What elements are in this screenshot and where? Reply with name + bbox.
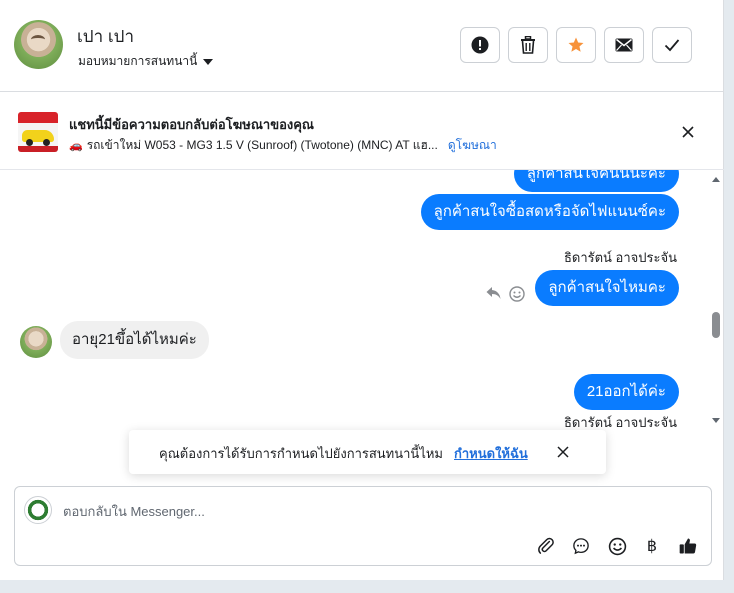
mark-unread-button[interactable] <box>604 27 644 63</box>
mark-done-button[interactable] <box>652 27 692 63</box>
message-bubble-outgoing[interactable]: ลูกค้าสนใจซื้อสดหรือจัดไฟแนนซ์คะ <box>420 194 679 230</box>
trash-icon <box>521 36 535 54</box>
conversation-panel: เปา เปา มอบหมายการสนทนานี้ แชทนี้มีข้อคว… <box>0 0 724 580</box>
car-icon: 🚗 <box>69 140 83 152</box>
ad-thumbnail[interactable] <box>18 112 58 152</box>
star-button[interactable] <box>556 27 596 63</box>
ad-description: รถเข้าใหม่ W053 - MG3 1.5 V (Sunroof) (T… <box>86 138 438 152</box>
close-icon <box>682 126 694 138</box>
scrollbar-thumb[interactable] <box>712 312 720 338</box>
message-bubble-outgoing[interactable]: 21ออกได้ค่ะ <box>573 374 679 410</box>
conversation-header: เปา เปา มอบหมายการสนทนานี้ <box>0 0 724 92</box>
message-bubble-outgoing[interactable]: ลูกค้าสนใจคันนี้นะคะ <box>513 170 679 192</box>
assign-to-me-link[interactable]: กำหนดให้ฉัน <box>454 443 528 464</box>
close-icon <box>557 446 569 458</box>
contact-avatar[interactable] <box>14 20 63 69</box>
view-ad-link[interactable]: ดูโฆษณา <box>448 136 497 155</box>
assign-dropdown[interactable]: มอบหมายการสนทนานี้ <box>78 52 214 71</box>
assign-label: มอบหมายการสนทนานี้ <box>78 54 198 68</box>
emoji-icon[interactable] <box>606 535 628 557</box>
message-list[interactable]: ลูกค้าสนใจคันนี้นะคะ ลูกค้าสนใจซื้อสดหรื… <box>0 170 724 432</box>
assign-prompt-toast: คุณต้องการได้รับการกำหนดไปยังการสนทนานี้… <box>129 430 606 474</box>
caret-down-icon <box>203 58 214 65</box>
assign-prompt-text: คุณต้องการได้รับการกำหนดไปยังการสนทนานี้… <box>159 446 443 461</box>
star-icon <box>568 37 584 52</box>
scroll-down-arrow[interactable] <box>712 418 720 423</box>
exclamation-icon <box>471 36 489 54</box>
message-composer: ฿ <box>14 486 712 566</box>
paperclip-icon[interactable] <box>535 535 557 557</box>
contact-name[interactable]: เปา เปา <box>77 23 134 50</box>
checkmark-icon <box>664 39 680 52</box>
baht-icon[interactable]: ฿ <box>641 535 663 557</box>
ad-banner-title: แชทนี้มีข้อความตอบกลับต่อโฆษณาของคุณ <box>69 117 314 132</box>
close-toast-button[interactable] <box>554 443 572 461</box>
reply-icon[interactable] <box>486 286 501 300</box>
report-spam-button[interactable] <box>460 27 500 63</box>
chat-bubble-icon[interactable] <box>570 535 592 557</box>
envelope-icon <box>615 38 633 52</box>
close-banner-button[interactable] <box>678 122 698 142</box>
page-avatar <box>24 496 52 524</box>
message-bubble-outgoing[interactable]: ลูกค้าสนใจไหมคะ <box>535 270 679 306</box>
sender-name: ธิดารัตน์ อาจประจัน <box>563 415 677 430</box>
delete-button[interactable] <box>508 27 548 63</box>
scroll-up-arrow[interactable] <box>712 177 720 182</box>
ad-banner-subtitle: 🚗 รถเข้าใหม่ W053 - MG3 1.5 V (Sunroof) … <box>69 136 497 155</box>
message-bubble-incoming[interactable]: อายุ21ขึ้อได้ไหมค่ะ <box>60 321 209 359</box>
contact-avatar-small <box>20 326 52 358</box>
react-emoji-icon[interactable] <box>509 286 525 302</box>
thumbs-up-icon[interactable] <box>677 535 699 557</box>
reply-input[interactable] <box>63 501 663 521</box>
sender-name: ธิดารัตน์ อาจประจัน <box>563 250 677 265</box>
